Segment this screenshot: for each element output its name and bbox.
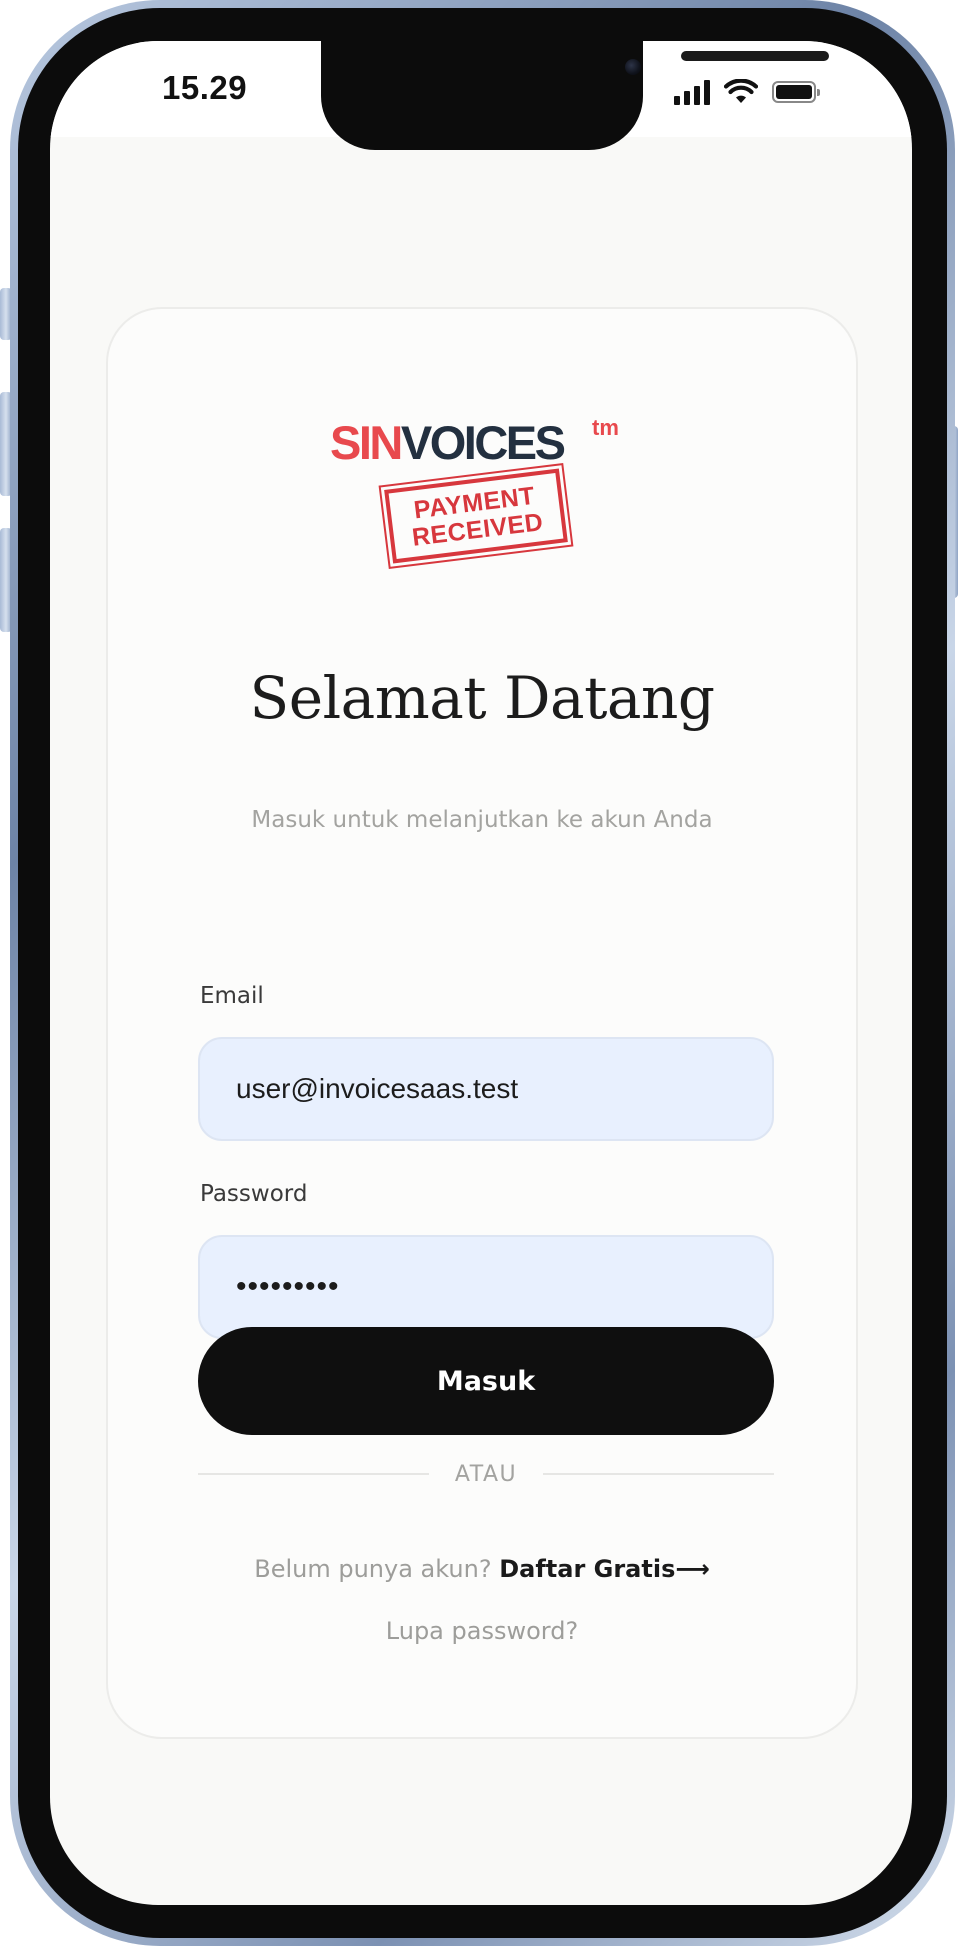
password-label: Password (200, 1181, 308, 1207)
password-field[interactable]: ••••••••• (198, 1235, 774, 1339)
status-icons (674, 75, 820, 105)
logo-trademark: tm (592, 415, 619, 440)
sinvoices-logo: SINVOICES tm PAYMENT RECEIVED (330, 415, 630, 570)
email-field[interactable] (198, 1037, 774, 1141)
notch (321, 41, 829, 150)
logo-wordmark: SINVOICES (330, 416, 566, 469)
signup-row: Belum punya akun? Daftar Gratis⟶ (108, 1557, 856, 1581)
battery-icon (772, 81, 820, 103)
payment-received-stamp: PAYMENT RECEIVED (378, 462, 574, 570)
or-divider: ATAU (198, 1459, 775, 1489)
email-label: Email (200, 983, 264, 1009)
front-camera-icon (625, 59, 641, 75)
signup-prompt: Belum punya akun? (254, 1555, 492, 1583)
status-time: 15.29 (162, 69, 248, 106)
divider-line-left (198, 1473, 429, 1475)
signup-link-label: Daftar Gratis (499, 1555, 676, 1583)
signup-link[interactable]: Daftar Gratis⟶ (499, 1555, 710, 1583)
page-title: Selamat Datang (249, 664, 715, 732)
page-subtitle: Masuk untuk melanjutkan ke akun Anda (251, 807, 713, 833)
speaker-grille (681, 51, 829, 61)
forgot-password-row: Lupa password? (108, 1617, 856, 1645)
divider-text: ATAU (454, 1461, 518, 1487)
wifi-icon (724, 79, 758, 103)
login-button[interactable]: Masuk (198, 1327, 774, 1435)
arrow-right-icon: ⟶ (675, 1555, 710, 1583)
divider-line-right (543, 1473, 775, 1475)
phone-screen: 15.29 SINVOICES tm PAYMENT RECEIVED Sela… (50, 41, 912, 1905)
phone-mockup: 15.29 SINVOICES tm PAYMENT RECEIVED Sela… (0, 0, 958, 1946)
cellular-signal-icon (674, 79, 710, 105)
login-card: SINVOICES tm PAYMENT RECEIVED Selamat Da… (106, 307, 858, 1739)
forgot-password-link[interactable]: Lupa password? (386, 1617, 578, 1645)
